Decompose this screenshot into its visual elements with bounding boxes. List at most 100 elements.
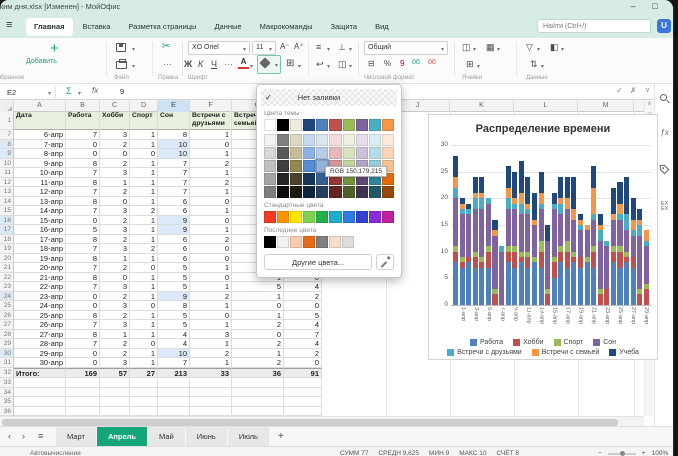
row-number[interactable]: 1 <box>0 112 14 130</box>
cell[interactable] <box>190 407 232 417</box>
merge-range-caret-icon[interactable]: ▾ <box>473 46 476 53</box>
cell-date[interactable]: 13-апр <box>14 197 66 207</box>
cell[interactable]: 7 <box>158 178 190 188</box>
color-swatch[interactable] <box>277 160 289 172</box>
cell[interactable]: 2 <box>100 216 130 226</box>
cell[interactable]: 7 <box>66 206 100 216</box>
row-number[interactable]: 11 <box>0 168 14 178</box>
color-swatch[interactable] <box>369 119 381 131</box>
cell[interactable]: 1 <box>130 349 158 359</box>
color-swatch[interactable] <box>316 119 328 131</box>
color-swatch[interactable] <box>290 119 302 131</box>
cell[interactable]: 1 <box>100 330 130 340</box>
zoom-slider[interactable] <box>608 453 636 455</box>
cell-date[interactable]: 10-апр <box>14 168 66 178</box>
print-caret-icon[interactable]: ▾ <box>132 63 135 70</box>
table-style-icon[interactable]: ▦ <box>486 42 495 53</box>
functions-icon[interactable]: ƒx <box>658 128 671 141</box>
more-font-icon[interactable]: ⋯ <box>224 59 233 70</box>
color-swatch[interactable] <box>303 211 315 223</box>
cell[interactable]: 1 <box>190 130 232 140</box>
color-swatch[interactable] <box>382 134 394 146</box>
column-header-K[interactable]: K <box>450 100 514 112</box>
save-icon[interactable] <box>116 43 126 52</box>
cell[interactable]: 5 <box>232 282 284 292</box>
zoom-in-icon[interactable]: + <box>642 450 646 456</box>
increase-font-icon[interactable]: A⁺ <box>294 42 304 51</box>
cell[interactable]: 0 <box>190 311 232 321</box>
cell[interactable]: 8 <box>66 273 100 283</box>
color-swatch[interactable] <box>369 147 381 159</box>
cell[interactable]: 3 <box>100 168 130 178</box>
cell-date[interactable]: 15-апр <box>14 216 66 226</box>
chart-panel[interactable]: Распределение времени 051015202530 1-апр… <box>428 114 658 360</box>
color-swatch[interactable] <box>356 186 368 198</box>
cell-date[interactable]: 24-апр <box>14 301 66 311</box>
row-number[interactable]: 29 <box>0 339 14 349</box>
cell[interactable]: 0 <box>130 301 158 311</box>
color-swatch[interactable] <box>303 160 315 172</box>
cell[interactable] <box>284 407 322 417</box>
comma-format-icon[interactable]: 9 <box>400 59 404 68</box>
cell[interactable] <box>14 397 66 407</box>
color-swatch[interactable] <box>290 236 302 248</box>
cell[interactable]: 4 <box>284 282 322 292</box>
cell[interactable] <box>130 378 158 388</box>
align-horizontal-icon[interactable]: ≡ <box>316 42 321 52</box>
cell[interactable]: 1 <box>130 254 158 264</box>
cell-date[interactable]: 12-апр <box>14 187 66 197</box>
color-swatch[interactable] <box>290 173 302 185</box>
row-number[interactable]: 30 <box>0 349 14 359</box>
borders-icon[interactable]: ⊞ <box>286 58 294 69</box>
select-all-corner[interactable] <box>0 100 14 112</box>
color-swatch[interactable] <box>303 134 315 146</box>
row-number[interactable]: 26 <box>0 311 14 321</box>
cell[interactable]: 1 <box>130 273 158 283</box>
cell[interactable]: 0 <box>130 149 158 159</box>
cell[interactable]: 8 <box>158 301 190 311</box>
column-header-C[interactable]: C <box>100 100 130 112</box>
cell[interactable] <box>66 378 100 388</box>
cell[interactable]: 0 <box>190 273 232 283</box>
cell[interactable]: 5 <box>66 225 100 235</box>
color-swatch[interactable] <box>329 119 341 131</box>
cell[interactable]: 2 <box>190 159 232 169</box>
color-swatch[interactable] <box>356 147 368 159</box>
cell-date[interactable]: 19-апр <box>14 254 66 264</box>
cell[interactable]: 3 <box>100 206 130 216</box>
row-number[interactable]: 36 <box>0 407 14 417</box>
cell[interactable] <box>100 378 130 388</box>
cell[interactable]: 7 <box>158 168 190 178</box>
cell[interactable]: 1 <box>130 159 158 169</box>
wrap-text-caret-icon[interactable]: ▾ <box>327 63 330 70</box>
cell[interactable]: 7 <box>66 244 100 254</box>
cell[interactable]: 2 <box>232 339 284 349</box>
cell[interactable]: 0 <box>190 216 232 226</box>
cell-date[interactable]: 21-апр <box>14 273 66 283</box>
row-number[interactable]: 12 <box>0 178 14 188</box>
cut-icon[interactable]: ✂ <box>162 41 170 52</box>
merge-range-icon[interactable]: ◫ <box>462 42 471 53</box>
cell[interactable]: 6 <box>158 206 190 216</box>
cell[interactable]: 2 <box>284 349 322 359</box>
color-swatch[interactable] <box>343 211 355 223</box>
color-swatch[interactable] <box>277 236 289 248</box>
percent-format-icon[interactable]: % <box>384 59 391 68</box>
column-header-F[interactable]: F <box>190 100 232 112</box>
fill-color-button-selected[interactable]: ▾ <box>257 55 281 74</box>
header-cell[interactable]: Работа <box>66 112 100 130</box>
sheet-tab-Апрель[interactable]: Апрель <box>97 427 147 447</box>
cell[interactable]: 1 <box>190 282 232 292</box>
color-swatch[interactable] <box>264 160 276 172</box>
cell[interactable]: 4 <box>158 339 190 349</box>
sum-caret-icon[interactable]: ▾ <box>78 90 81 97</box>
cell[interactable] <box>66 397 100 407</box>
merge-cells-icon[interactable]: ◫ <box>338 59 347 70</box>
color-swatch[interactable] <box>369 134 381 146</box>
cell-date[interactable]: 30-апр <box>14 358 66 368</box>
cell[interactable]: 1 <box>190 339 232 349</box>
cell[interactable]: 6 <box>158 244 190 254</box>
sort-caret-icon[interactable]: ▾ <box>541 63 544 70</box>
align-vertical-caret-icon[interactable]: ▾ <box>349 46 352 53</box>
color-swatch[interactable] <box>329 134 341 146</box>
